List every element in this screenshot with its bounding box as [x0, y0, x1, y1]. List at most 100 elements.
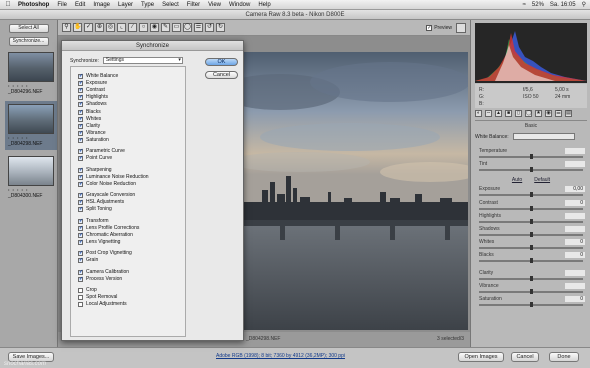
- targeted-adjustment-icon[interactable]: ◎: [106, 23, 115, 32]
- slider-value-field[interactable]: 0: [565, 239, 585, 245]
- slider-value-field[interactable]: [565, 161, 585, 167]
- slider-temperature[interactable]: Temperature: [475, 148, 587, 162]
- open-images-button[interactable]: Open Images: [458, 352, 504, 362]
- menu-window[interactable]: Window: [229, 2, 250, 8]
- radial-filter-icon[interactable]: ◯: [183, 23, 192, 32]
- sync-option-checkbox[interactable]: ✓: [78, 218, 83, 224]
- presets-tab-icon[interactable]: ☰: [555, 110, 562, 117]
- done-button[interactable]: Done: [549, 352, 579, 362]
- straighten-tool-icon[interactable]: ∕: [128, 23, 137, 32]
- sync-option-checkbox[interactable]: ✓: [78, 109, 83, 115]
- hsl-tab-icon[interactable]: ■: [505, 110, 512, 117]
- slider-handle[interactable]: [529, 219, 533, 224]
- slider-value-field[interactable]: [565, 270, 585, 276]
- sync-option[interactable]: ✓ Point Curve: [78, 156, 112, 162]
- sync-option[interactable]: ✓ Transform: [78, 218, 109, 224]
- sync-option-checkbox[interactable]: ✓: [78, 193, 83, 199]
- crop-tool-icon[interactable]: ⌞: [117, 23, 126, 32]
- rotate-left-icon[interactable]: ↺: [205, 23, 214, 32]
- sync-option[interactable]: ✓ Grayscale Conversion: [78, 193, 135, 199]
- calibration-tab-icon[interactable]: ◉: [545, 110, 552, 117]
- adjustment-brush-icon[interactable]: ✎: [161, 23, 170, 32]
- sync-option-checkbox[interactable]: [78, 288, 83, 293]
- filmstrip-thumb-2[interactable]: • • • • • _D804298.NEF: [5, 101, 57, 150]
- slider-blacks[interactable]: Blacks 0: [475, 252, 587, 266]
- sync-option[interactable]: ✓ Process Version: [78, 276, 122, 282]
- sync-option[interactable]: ✓ Exposure: [78, 81, 107, 87]
- sync-option[interactable]: ✓ Shadows: [78, 102, 107, 108]
- wifi-icon[interactable]: ≈: [523, 2, 526, 8]
- sync-option-checkbox[interactable]: ✓: [78, 123, 83, 129]
- ok-button[interactable]: OK: [205, 58, 238, 66]
- rating-stars[interactable]: • • • • •: [8, 83, 54, 88]
- sync-option[interactable]: ✓ Whites: [78, 116, 101, 122]
- sync-option-checkbox[interactable]: ✓: [78, 95, 83, 101]
- sync-option-checkbox[interactable]: ✓: [78, 102, 83, 108]
- tone-curve-tab-icon[interactable]: ∽: [485, 110, 492, 117]
- sync-option[interactable]: ✓ Blacks: [78, 109, 101, 115]
- slider-vibrance[interactable]: Vibrance: [475, 283, 587, 297]
- slider-value-field[interactable]: [565, 213, 585, 219]
- sync-option-checkbox[interactable]: [78, 302, 83, 308]
- slider-handle[interactable]: [529, 206, 533, 211]
- sync-option-checkbox[interactable]: ✓: [78, 88, 83, 94]
- zoom-tool-icon[interactable]: ⚲: [62, 23, 71, 32]
- slider-handle[interactable]: [529, 302, 533, 307]
- sync-option-checkbox[interactable]: ✓: [78, 130, 83, 136]
- menu-select[interactable]: Select: [162, 2, 179, 8]
- apple-icon[interactable]: : [4, 1, 12, 9]
- menu-photoshop[interactable]: Photoshop: [18, 2, 49, 8]
- menu-image[interactable]: Image: [93, 2, 110, 8]
- dialog-cancel-button[interactable]: Cancel: [205, 71, 238, 79]
- preview-checkbox[interactable]: ✓: [426, 24, 433, 31]
- sync-option-checkbox[interactable]: ✓: [78, 156, 83, 162]
- sync-option[interactable]: ✓ White Balance: [78, 74, 118, 79]
- select-all-button[interactable]: Select All: [8, 24, 49, 33]
- rating-stars[interactable]: • • • • •: [8, 187, 54, 192]
- synchronize-dropdown[interactable]: Settings: [102, 57, 183, 64]
- search-icon[interactable]: ⚲: [582, 1, 586, 8]
- sync-option[interactable]: ✓ Saturation: [78, 137, 109, 143]
- sync-option-checkbox[interactable]: ✓: [78, 207, 83, 213]
- workflow-options-link[interactable]: Adobe RGB (1998); 8 bit; 7360 by 4912 (3…: [216, 353, 345, 359]
- sync-option[interactable]: Crop: [78, 288, 97, 293]
- menu-type[interactable]: Type: [141, 2, 154, 8]
- spot-removal-icon[interactable]: ○: [139, 23, 148, 32]
- rotate-right-icon[interactable]: ↻: [216, 23, 225, 32]
- hand-tool-icon[interactable]: ✋: [73, 23, 82, 32]
- rating-stars[interactable]: • • • • •: [8, 135, 54, 140]
- filmstrip-thumb-3[interactable]: • • • • • _D804300.NEF: [8, 156, 54, 199]
- slider-value-field[interactable]: 0: [565, 252, 585, 258]
- slider-contrast[interactable]: Contrast 0: [475, 200, 587, 214]
- preferences-icon[interactable]: ☰: [194, 23, 203, 32]
- white-balance-tool-icon[interactable]: ✓: [84, 23, 93, 32]
- slider-tint[interactable]: Tint: [475, 161, 587, 175]
- slider-value-field[interactable]: [565, 283, 585, 289]
- sync-option[interactable]: ✓ Parametric Curve: [78, 149, 125, 155]
- menu-view[interactable]: View: [208, 2, 221, 8]
- slider-handle[interactable]: [529, 289, 533, 294]
- sync-option-checkbox[interactable]: ✓: [78, 269, 83, 275]
- sync-option-checkbox[interactable]: [78, 295, 83, 301]
- slider-exposure[interactable]: Exposure 0,00: [475, 186, 587, 200]
- slider-handle[interactable]: [529, 167, 533, 172]
- red-eye-icon[interactable]: ◉: [150, 23, 159, 32]
- sync-option[interactable]: ✓ Camera Calibration: [78, 269, 129, 275]
- sync-option-checkbox[interactable]: ✓: [78, 181, 83, 187]
- sync-option[interactable]: ✓ Luminance Noise Reduction: [78, 174, 149, 180]
- sync-option[interactable]: ✓ Split Toning: [78, 207, 112, 213]
- effects-tab-icon[interactable]: ★: [535, 110, 542, 117]
- sync-option[interactable]: ✓ Lens Vignetting: [78, 239, 120, 245]
- color-sampler-icon[interactable]: ⊕: [95, 23, 104, 32]
- sync-option-checkbox[interactable]: ✓: [78, 258, 83, 264]
- slider-whites[interactable]: Whites 0: [475, 239, 587, 253]
- battery-status[interactable]: 52%: [532, 2, 544, 8]
- sync-option[interactable]: ✓ Grain: [78, 258, 98, 264]
- slider-handle[interactable]: [529, 245, 533, 250]
- clock[interactable]: Sa. 16:05: [550, 2, 576, 8]
- slider-handle[interactable]: [529, 192, 533, 197]
- sync-option-checkbox[interactable]: ✓: [78, 74, 83, 79]
- sync-option-checkbox[interactable]: ✓: [78, 149, 83, 155]
- slider-shadows[interactable]: Shadows: [475, 226, 587, 240]
- slider-value-field[interactable]: [565, 148, 585, 154]
